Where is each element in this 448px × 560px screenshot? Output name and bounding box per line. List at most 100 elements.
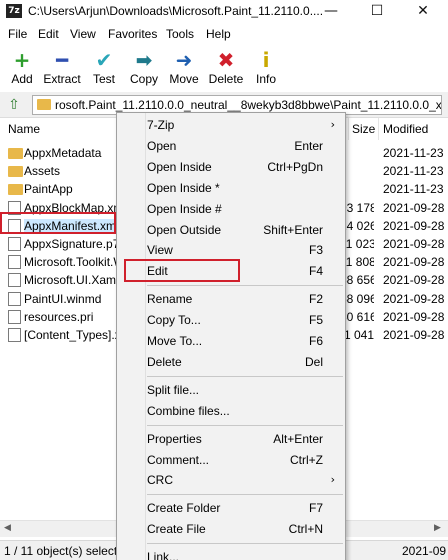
move-button[interactable]: ➜ Move (162, 48, 206, 88)
menu-item-shortcut: Enter (294, 138, 323, 153)
file-modified: 2021-09-28 (383, 273, 445, 288)
status-date: 2021-09 (402, 544, 447, 558)
up-folder-icon[interactable]: ⇧ (6, 97, 22, 113)
file-icon (8, 237, 21, 251)
menu-item-label: Delete (147, 354, 182, 369)
menu-separator (147, 543, 343, 545)
menu-item-copy-to[interactable]: Copy To... F5 (117, 310, 345, 331)
menu-item-create-file[interactable]: Create File Ctrl+N (117, 519, 345, 540)
copy-label: Copy (129, 72, 158, 86)
file-name: [Content_Types].xml (24, 328, 116, 342)
menu-bar: File Edit View Favorites Tools Help (0, 25, 448, 45)
test-button[interactable]: ✔ Test (82, 48, 126, 88)
move-label: Move (169, 72, 199, 86)
file-icon (8, 255, 21, 270)
delete-x-icon: ✖ (217, 48, 235, 72)
menu-item-label: Link... (147, 550, 180, 560)
menu-help[interactable]: Help (206, 27, 231, 41)
menu-item-label: Move To... (147, 334, 203, 348)
delete-label: Delete (208, 72, 244, 86)
menu-item-comment[interactable]: Comment... Ctrl+Z (117, 450, 345, 471)
menu-separator (147, 494, 343, 496)
add-button[interactable]: + Add (0, 48, 44, 88)
menu-item-create-folder[interactable]: Create Folder F7 (117, 498, 345, 519)
menu-item-label: View (147, 243, 173, 258)
menu-item-split-file[interactable]: Split file... (117, 380, 345, 401)
minimize-button[interactable]: — (308, 0, 354, 23)
menu-item-label: Combine files... (147, 403, 230, 418)
menu-item-shortcut: Ctrl+N (288, 522, 323, 537)
column-header-name[interactable]: Name (8, 122, 40, 136)
menu-item-open[interactable]: Open Enter (117, 136, 345, 157)
submenu-arrow-icon: › (330, 118, 335, 131)
folder-icon (8, 184, 23, 196)
menu-item-delete[interactable]: Delete Del (117, 352, 345, 373)
menu-item-label: Rename (147, 292, 193, 307)
menu-tools[interactable]: Tools (166, 27, 194, 41)
menu-item-label: Create Folder (147, 501, 221, 516)
file-name: PaintUI.winmd (24, 291, 102, 306)
menu-item-shortcut: Shift+Enter (263, 222, 323, 237)
check-icon: ✔ (95, 48, 113, 72)
file-modified: 2021-11-23 (383, 146, 444, 160)
menu-edit[interactable]: Edit (38, 27, 59, 41)
menu-item-move-to[interactable]: Move To... F6 (117, 331, 345, 352)
menu-item-shortcut: Del (304, 354, 323, 369)
scroll-left-icon[interactable]: ◀ (4, 523, 11, 533)
menu-item-label: CRC (147, 473, 173, 488)
menu-item-combine-files[interactable]: Combine files... (117, 401, 345, 422)
menu-item-open-inside[interactable]: Open Inside Ctrl+PgDn (117, 157, 345, 178)
menu-item-label: Comment... (147, 452, 210, 467)
close-button[interactable]: ✕ (400, 0, 446, 23)
file-icon (8, 273, 21, 288)
menu-item-open-inside[interactable]: Open Inside * (117, 178, 345, 199)
menu-item-label: Open Inside # (147, 201, 222, 216)
file-modified: 2021-09-28 (383, 200, 445, 215)
menu-file[interactable]: File (8, 27, 27, 41)
menu-item-label: Open (147, 138, 177, 153)
context-menu: 7-Zip › Open Enter Open Inside Ctrl+PgDn Open … (116, 112, 346, 560)
title-bar: 7z C:\Users\Arjun\Downloads\Microsoft.Pa… (0, 0, 448, 23)
menu-view[interactable]: View (70, 27, 96, 41)
minus-icon: ━ (55, 48, 69, 72)
selected-file-highlight (0, 212, 116, 234)
status-selection: 1 / 11 object(s) selecte (4, 544, 124, 558)
menu-item-properties[interactable]: Properties Alt+Enter (117, 429, 345, 450)
add-label: Add (11, 72, 33, 86)
column-header-size[interactable]: Size (352, 122, 375, 136)
menu-item-shortcut: F6 (308, 334, 323, 348)
menu-item-label: Create File (147, 522, 206, 537)
file-modified: 2021-09-28 (383, 255, 445, 270)
menu-item-label: Split file... (147, 382, 200, 397)
toolbar: + Add ━ Extract ✔ Test ➡ Copy ➜ Move ✖ D… (0, 46, 448, 90)
menu-item-shortcut: F5 (308, 313, 323, 328)
info-button[interactable]: i Info (244, 48, 288, 88)
column-header-modified[interactable]: Modified (383, 122, 428, 136)
maximize-button[interactable]: ☐ (354, 0, 400, 23)
menu-item-crc[interactable]: CRC › (117, 470, 345, 491)
file-name: resources.pri (24, 309, 94, 324)
copy-button[interactable]: ➡ Copy (122, 48, 166, 88)
menu-favorites[interactable]: Favorites (108, 27, 157, 41)
folder-icon (37, 99, 51, 110)
menu-separator (147, 285, 343, 287)
window-title: C:\Users\Arjun\Downloads\Microsoft.Paint… (28, 4, 324, 18)
test-label: Test (92, 72, 115, 86)
scroll-right-icon[interactable]: ▶ (434, 523, 441, 533)
move-arrow-icon: ➜ (175, 48, 193, 72)
extract-button[interactable]: ━ Extract (40, 48, 84, 88)
file-modified: 2021-09-28 (383, 218, 445, 233)
copy-arrow-icon: ➡ (135, 48, 153, 72)
menu-item-7-zip[interactable]: 7-Zip › (117, 115, 345, 136)
menu-item-rename[interactable]: Rename F2 (117, 289, 345, 310)
file-name: PaintApp (24, 182, 73, 197)
menu-item-label: 7-Zip (147, 118, 175, 132)
menu-item-shortcut: Ctrl+PgDn (267, 159, 323, 174)
menu-item-open-inside[interactable]: Open Inside # (117, 199, 345, 220)
menu-item-label: Open Inside * (147, 180, 220, 195)
plus-icon: + (13, 48, 31, 72)
delete-button[interactable]: ✖ Delete (204, 48, 248, 88)
menu-item-link[interactable]: Link... (117, 547, 345, 560)
menu-item-shortcut: F3 (308, 243, 323, 258)
menu-item-open-outside[interactable]: Open Outside Shift+Enter (117, 220, 345, 241)
